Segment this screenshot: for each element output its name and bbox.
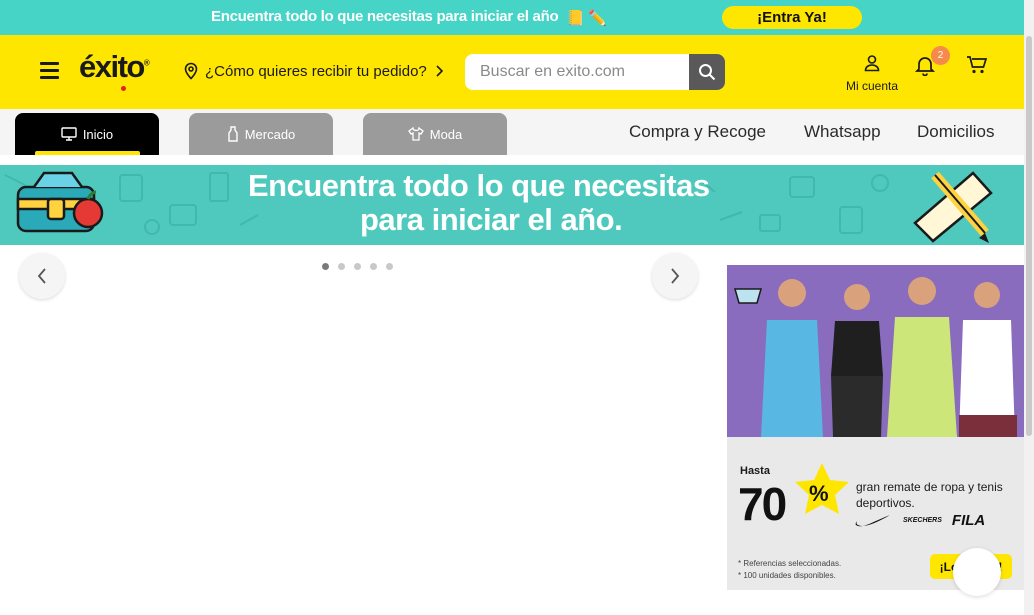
tab-mercado-label: Mercado: [244, 126, 296, 142]
carousel-dot[interactable]: [386, 263, 393, 270]
ad-footnote: * Referencias seleccionadas. * 100 unida…: [738, 558, 841, 582]
entra-ya-button[interactable]: ¡Entra Ya!: [722, 6, 862, 29]
ad-footnote-line2: * 100 unidades disponibles.: [738, 571, 836, 580]
banner-title-line2: para iniciar el año.: [360, 202, 623, 237]
account-button[interactable]: Mi cuenta: [842, 54, 902, 98]
active-tab-indicator: [35, 151, 140, 155]
category-nav: Inicio Mercado Moda Compra y Recoge What…: [0, 109, 1024, 155]
hamburger-icon[interactable]: [40, 62, 59, 80]
location-pin-icon: [184, 62, 198, 80]
notebook-pencil-icon: 📒 ✏️: [566, 10, 607, 27]
user-icon: [864, 55, 880, 72]
bottle-icon: [228, 126, 238, 142]
link-compra-y-recoge[interactable]: Compra y Recoge: [629, 122, 766, 142]
banner-title-line1: Encuentra todo lo que necesitas: [248, 168, 710, 203]
carousel-dot[interactable]: [322, 263, 329, 270]
chevron-left-icon: [37, 268, 46, 284]
tab-mercado[interactable]: Mercado: [189, 113, 333, 155]
carousel-dots: [322, 263, 402, 270]
tab-inicio[interactable]: Inicio: [15, 113, 159, 155]
exito-logo[interactable]: éxito®: [79, 49, 150, 91]
page: Encuentra todo lo que necesitas para ini…: [0, 0, 1034, 615]
link-whatsapp[interactable]: Whatsapp: [804, 122, 881, 142]
athletes-photo: [727, 265, 1024, 437]
carousel-dot[interactable]: [370, 263, 377, 270]
logo-dot: [121, 86, 126, 91]
sportswear-ad[interactable]: Hasta 70 % gran remate de ropa y tenis d…: [727, 265, 1024, 590]
chevron-right-icon: [436, 65, 443, 77]
promo-text: Encuentra todo lo que necesitas para ini…: [211, 8, 607, 27]
ad-brand-logos: SKECHERS FILA: [855, 512, 995, 529]
fila-logo: FILA: [951, 512, 986, 529]
search-box: [465, 54, 725, 90]
account-label: Mi cuenta: [845, 79, 899, 93]
monitor-icon: [61, 127, 77, 141]
tab-moda[interactable]: Moda: [363, 113, 507, 155]
skechers-logo: SKECHERS: [903, 517, 942, 524]
scrollbar-thumb[interactable]: [1026, 36, 1032, 436]
ad-hasta-label: Hasta: [740, 465, 770, 477]
promo-text-label: Encuentra todo lo que necesitas para ini…: [211, 8, 559, 25]
chevron-right-icon: [671, 268, 680, 284]
promo-banner[interactable]: Encuentra todo lo que necesitas para ini…: [0, 165, 1024, 245]
carousel-dot[interactable]: [338, 263, 345, 270]
shirt-icon: [407, 127, 424, 141]
link-domicilios[interactable]: Domicilios: [917, 122, 994, 142]
tab-moda-label: Moda: [429, 126, 463, 142]
nike-logo-icon: [855, 514, 890, 526]
ad-discount-value: 70: [738, 478, 787, 530]
hero-carousel: [0, 245, 716, 615]
search-button[interactable]: [689, 54, 725, 90]
floating-action-button[interactable]: [953, 548, 1001, 596]
delivery-label: ¿Cómo quieres recibir tu pedido?: [205, 62, 427, 80]
cart-icon[interactable]: [966, 55, 988, 75]
carousel-prev-button[interactable]: [19, 253, 65, 299]
logo-text: éxito: [79, 49, 145, 84]
ad-percent-sign: %: [809, 481, 829, 506]
ad-description: gran remate de ropa y tenis deportivos.: [856, 480, 1003, 510]
search-input[interactable]: [465, 54, 689, 90]
promo-bar: Encuentra todo lo que necesitas para ini…: [0, 0, 1024, 35]
delivery-selector[interactable]: ¿Cómo quieres recibir tu pedido?: [183, 62, 443, 80]
carousel-next-button[interactable]: [652, 253, 698, 299]
search-icon: [699, 64, 716, 81]
notification-badge: 2: [931, 46, 950, 65]
carousel-dot[interactable]: [354, 263, 361, 270]
tab-inicio-label: Inicio: [82, 126, 114, 142]
ad-footnote-line1: * Referencias seleccionadas.: [738, 559, 842, 568]
header: éxito® ¿Cómo quieres recibir tu pedido? …: [0, 35, 1024, 109]
